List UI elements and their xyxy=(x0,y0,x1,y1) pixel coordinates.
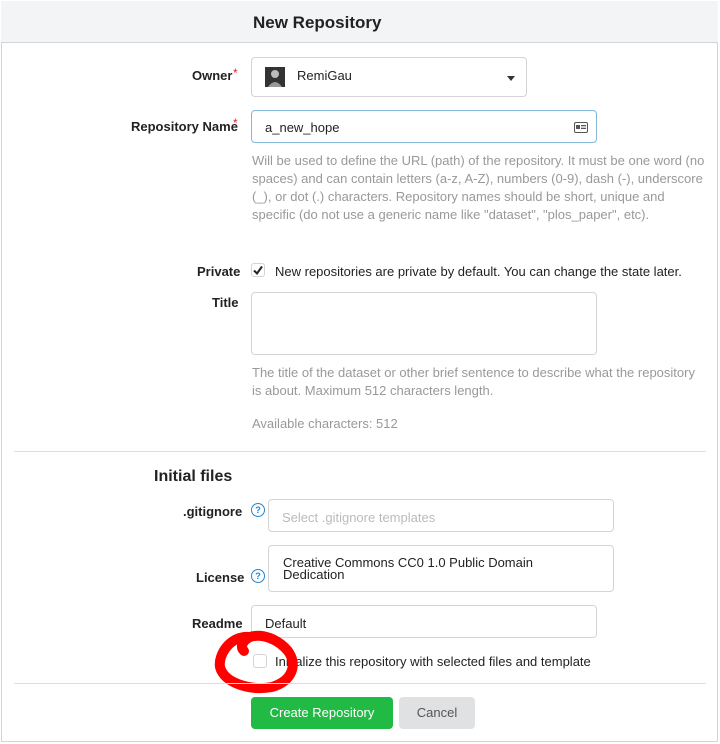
private-text: New repositories are private by default.… xyxy=(275,264,682,279)
private-checkbox[interactable] xyxy=(251,263,265,277)
title-textarea[interactable] xyxy=(251,292,597,355)
private-label: Private xyxy=(197,264,241,279)
avatar xyxy=(265,67,285,87)
create-repository-button[interactable]: Create Repository xyxy=(251,697,393,729)
chevron-down-icon xyxy=(507,76,515,81)
gitignore-dropdown[interactable]: Select .gitignore templates xyxy=(268,499,614,532)
cancel-button[interactable]: Cancel xyxy=(399,697,475,729)
owner-dropdown[interactable]: RemiGau xyxy=(251,57,527,97)
repo-name-value: a_new_hope xyxy=(265,120,340,135)
annotation-circle xyxy=(214,630,298,693)
initial-files-heading: Initial files xyxy=(154,468,233,485)
title-label: Title xyxy=(212,295,239,310)
title-help: The title of the dataset or other brief … xyxy=(252,365,695,398)
gitignore-label: .gitignore xyxy=(183,504,243,519)
help-icon[interactable]: ? xyxy=(251,569,265,583)
check-icon xyxy=(253,265,263,276)
section-divider xyxy=(14,451,706,452)
license-value: Creative Commons CC0 1.0 Public Domain D… xyxy=(283,555,533,582)
id-card-icon xyxy=(574,121,588,136)
available-characters: Available characters: 512 xyxy=(252,416,398,431)
form-header: New Repository xyxy=(1,1,718,43)
page-title: New Repository xyxy=(253,13,382,32)
required-marker: * xyxy=(233,66,238,80)
auto-init-text: Initialize this repository with selected… xyxy=(275,654,591,669)
owner-label: Owner xyxy=(192,68,233,83)
license-dropdown[interactable]: Creative Commons CC0 1.0 Public Domain D… xyxy=(268,545,614,592)
owner-value: RemiGau xyxy=(297,68,352,83)
license-label: License xyxy=(196,570,245,585)
repo-name-help: Will be used to define the URL (path) of… xyxy=(252,153,705,222)
repo-name-label: Repository Name xyxy=(131,119,238,134)
section-divider xyxy=(14,683,706,684)
help-icon[interactable]: ? xyxy=(251,503,265,517)
repo-name-input[interactable]: a_new_hope xyxy=(251,110,597,143)
gitignore-placeholder: Select .gitignore templates xyxy=(282,510,436,525)
required-marker: * xyxy=(233,116,238,130)
